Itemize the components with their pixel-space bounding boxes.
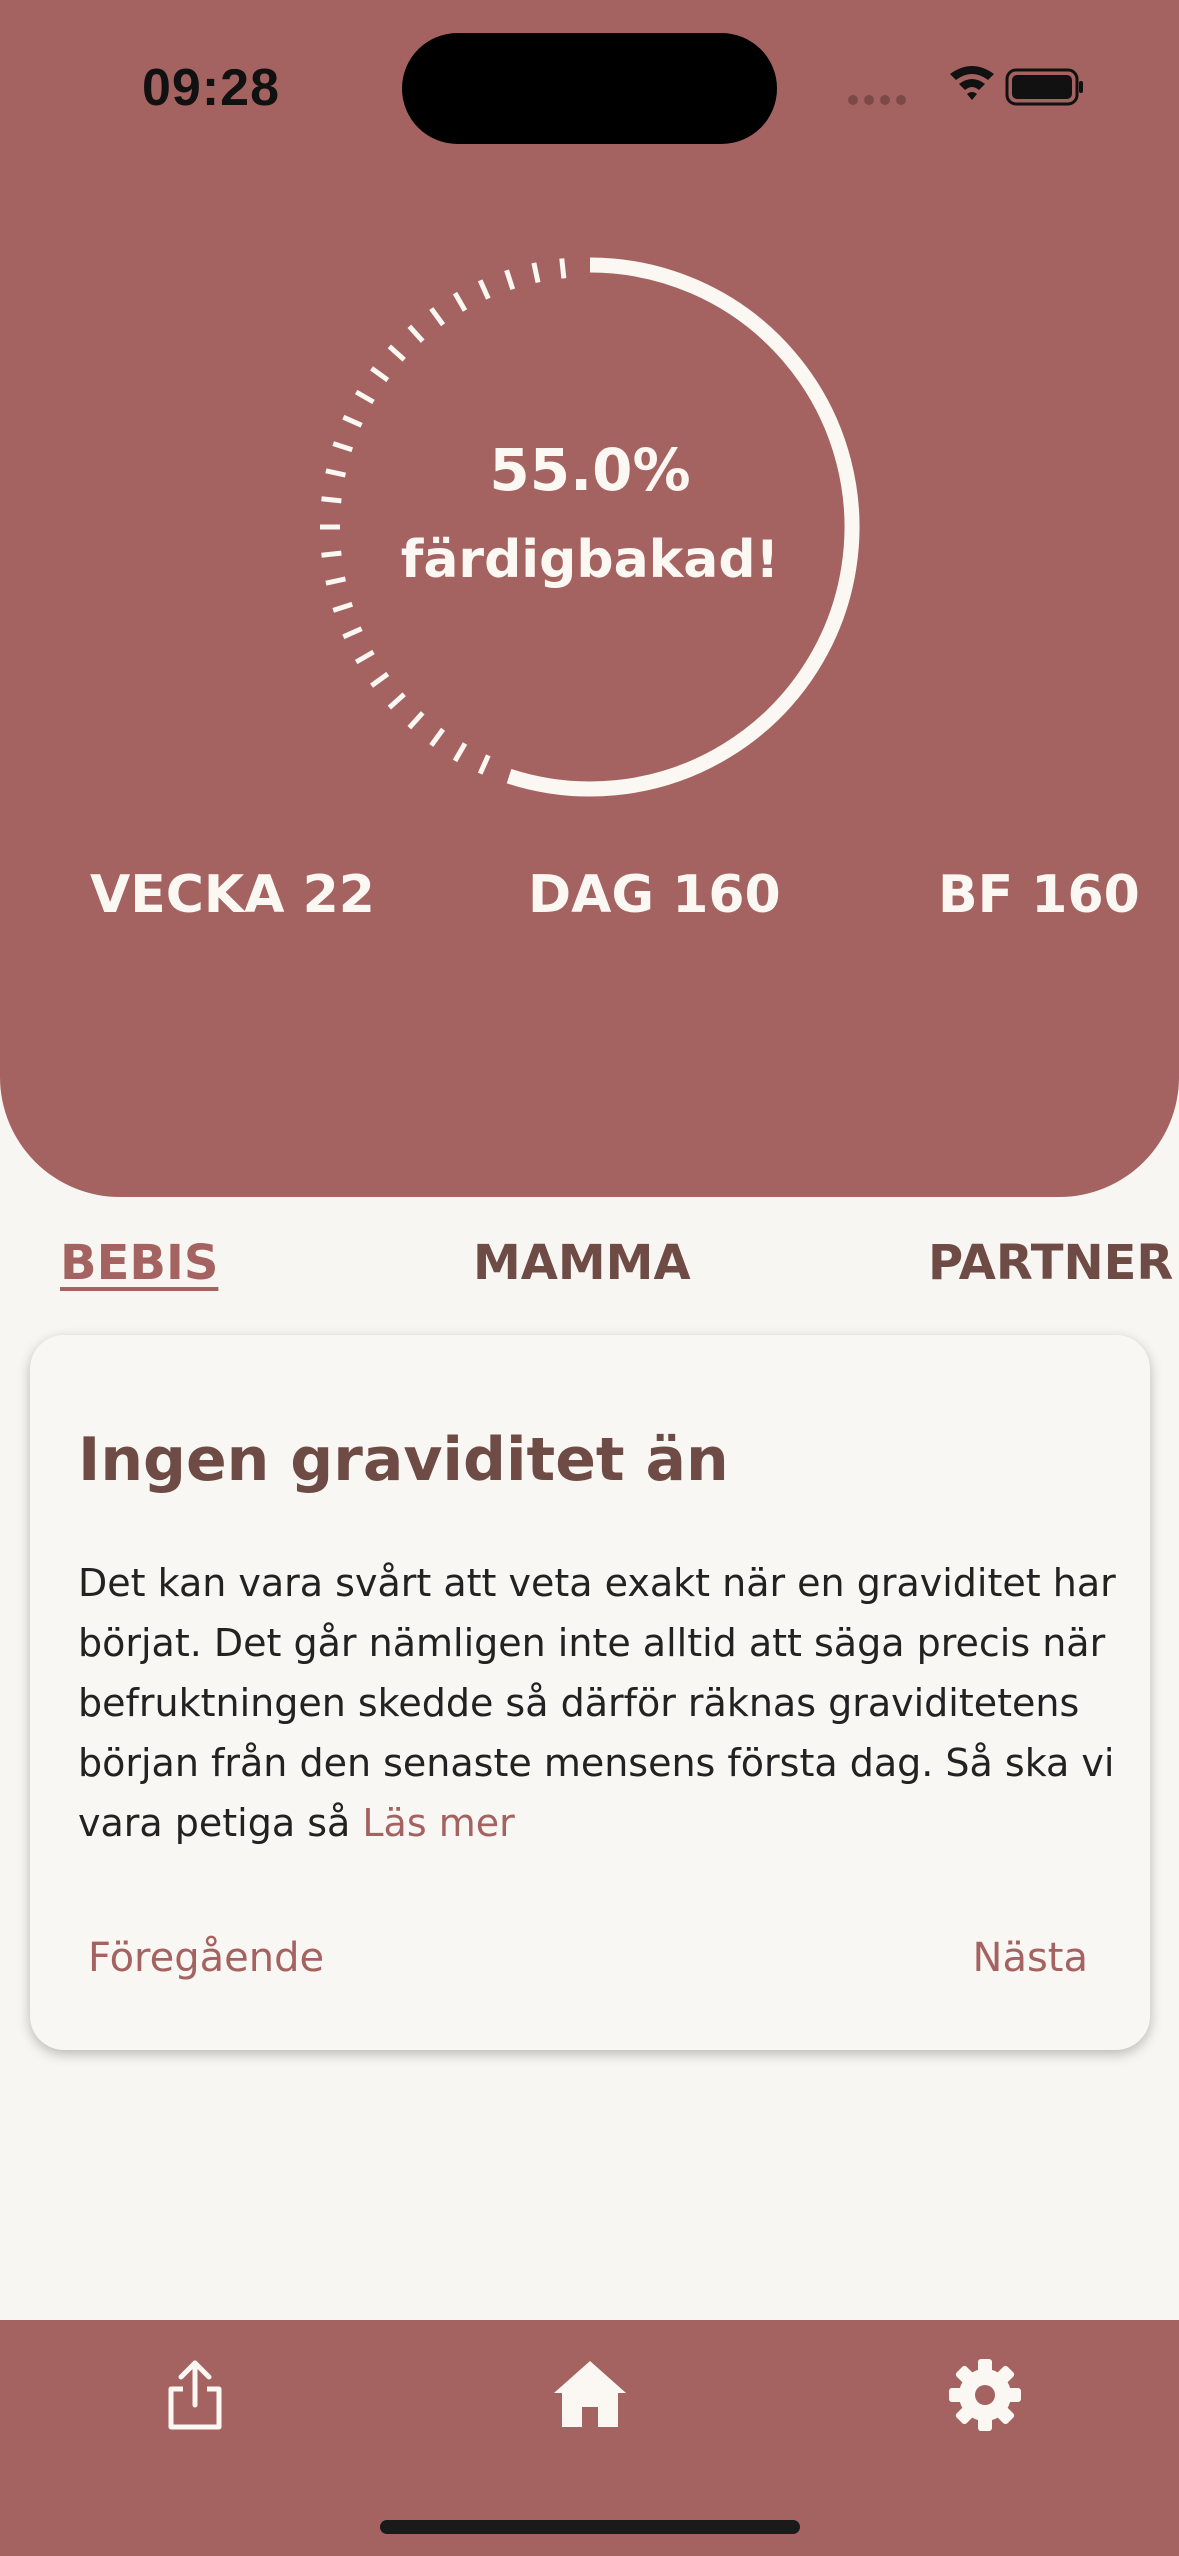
progress-ring-tick <box>477 754 491 775</box>
status-icons <box>848 66 1083 106</box>
previous-button[interactable]: Föregående <box>88 1935 324 1981</box>
progress-subtitle: färdigbakad! <box>400 530 780 590</box>
tab-mamma[interactable]: MAMMA <box>473 1235 691 1291</box>
signal-icon <box>848 95 906 105</box>
wifi-icon <box>950 66 994 100</box>
progress-ring-tick <box>387 692 406 710</box>
day-counter: DAG 160 <box>528 865 781 925</box>
gear-icon[interactable] <box>945 2355 1025 2435</box>
progress-ring-tick <box>452 742 468 763</box>
bf-counter: BF 160 <box>938 865 1140 925</box>
progress-ring-tick <box>429 727 446 747</box>
progress-percent: 55.0% <box>489 436 691 504</box>
progress-ring-tick <box>332 601 354 613</box>
tab-bebis[interactable]: BEBIS <box>60 1235 218 1291</box>
progress-label: 55.0% färdigbakad! <box>305 425 875 605</box>
tab-bar <box>0 2320 1179 2556</box>
battery-icon <box>1005 68 1083 106</box>
info-card: Ingen graviditet än Det kan vara svårt a… <box>30 1335 1150 2050</box>
progress-ring-tick <box>370 671 390 688</box>
progress-ring-tick <box>342 626 363 640</box>
header-panel: 09:28 55.0% färdigbakad! VECKA 22 DAG 16… <box>0 0 1179 1197</box>
share-icon[interactable] <box>155 2355 235 2435</box>
progress-ring-tick <box>407 324 425 343</box>
progress-ring-tick <box>407 711 425 730</box>
progress-ring-tick <box>354 389 375 405</box>
progress-ring-tick <box>559 258 567 279</box>
card-body: Det kan vara svårt att veta exakt när en… <box>78 1553 1118 1853</box>
home-indicator <box>380 2520 800 2534</box>
progress-ring-tick <box>387 344 406 362</box>
progress-ring-tick <box>429 307 446 327</box>
progress-ring-tick <box>452 291 468 312</box>
dynamic-island <box>402 33 777 144</box>
card-title: Ingen graviditet än <box>78 1425 729 1495</box>
progress-ring-tick <box>504 269 516 291</box>
card-body-text: Det kan vara svårt att veta exakt när en… <box>78 1561 1116 1845</box>
progress-ring-tick <box>531 262 541 283</box>
week-counter: VECKA 22 <box>90 865 375 925</box>
next-button[interactable]: Nästa <box>973 1935 1088 1981</box>
progress-ring-tick <box>354 649 375 665</box>
status-time: 09:28 <box>142 59 280 117</box>
read-more-link[interactable]: Läs mer <box>362 1801 514 1845</box>
home-icon[interactable] <box>550 2355 630 2435</box>
progress-ring-tick <box>477 279 491 300</box>
progress-ring-tick <box>370 366 390 383</box>
tab-partner[interactable]: PARTNER <box>928 1235 1173 1291</box>
